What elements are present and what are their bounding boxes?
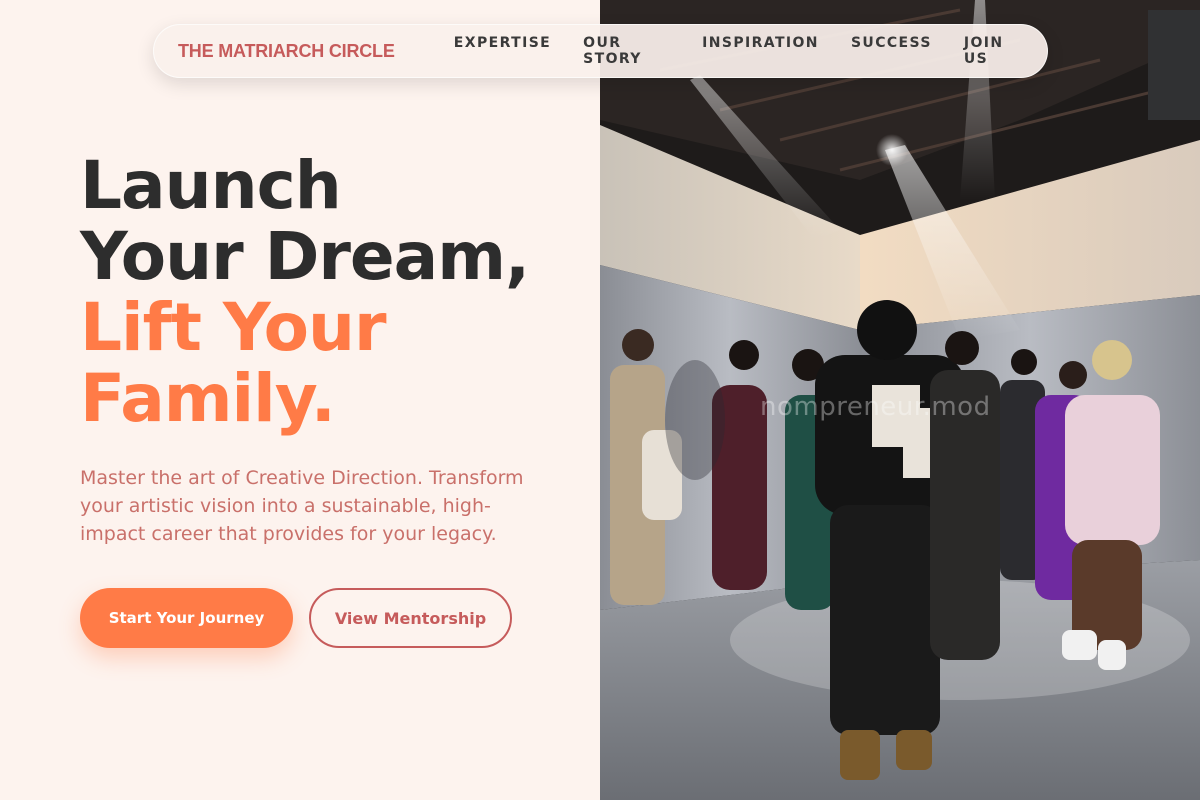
hero-title-line-2: Your Dream,: [80, 218, 530, 295]
view-mentorship-button[interactable]: View Mentorship: [309, 588, 512, 648]
hero-subtitle: Master the art of Creative Direction. Tr…: [80, 467, 524, 545]
top-navbar: THE MATRIARCH CIRCLE EXPERTISE OUR STORY…: [153, 24, 1048, 78]
hero-photo: nompreneur.mod: [600, 0, 1200, 800]
nav-link-success[interactable]: SUCCESS: [851, 35, 932, 67]
hero-title-line-1: Launch: [80, 147, 342, 224]
nav-link-join-us[interactable]: JOIN US: [964, 35, 1023, 67]
hero-title-line-4: Family.: [80, 360, 336, 437]
nav-link-our-story[interactable]: OUR STORY: [583, 35, 670, 67]
photo-watermark: nompreneur.mod: [760, 392, 991, 422]
brand-logo[interactable]: THE MATRIARCH CIRCLE: [178, 41, 454, 62]
nav-link-expertise[interactable]: EXPERTISE: [454, 35, 551, 67]
start-journey-button[interactable]: Start Your Journey: [80, 588, 293, 648]
nav-links: EXPERTISE OUR STORY INSPIRATION SUCCESS …: [454, 35, 1023, 67]
nav-link-inspiration[interactable]: INSPIRATION: [702, 35, 819, 67]
hero-title: Launch Your Dream, Lift Your Family.: [80, 150, 580, 434]
hero-title-line-3: Lift Your: [80, 289, 387, 366]
